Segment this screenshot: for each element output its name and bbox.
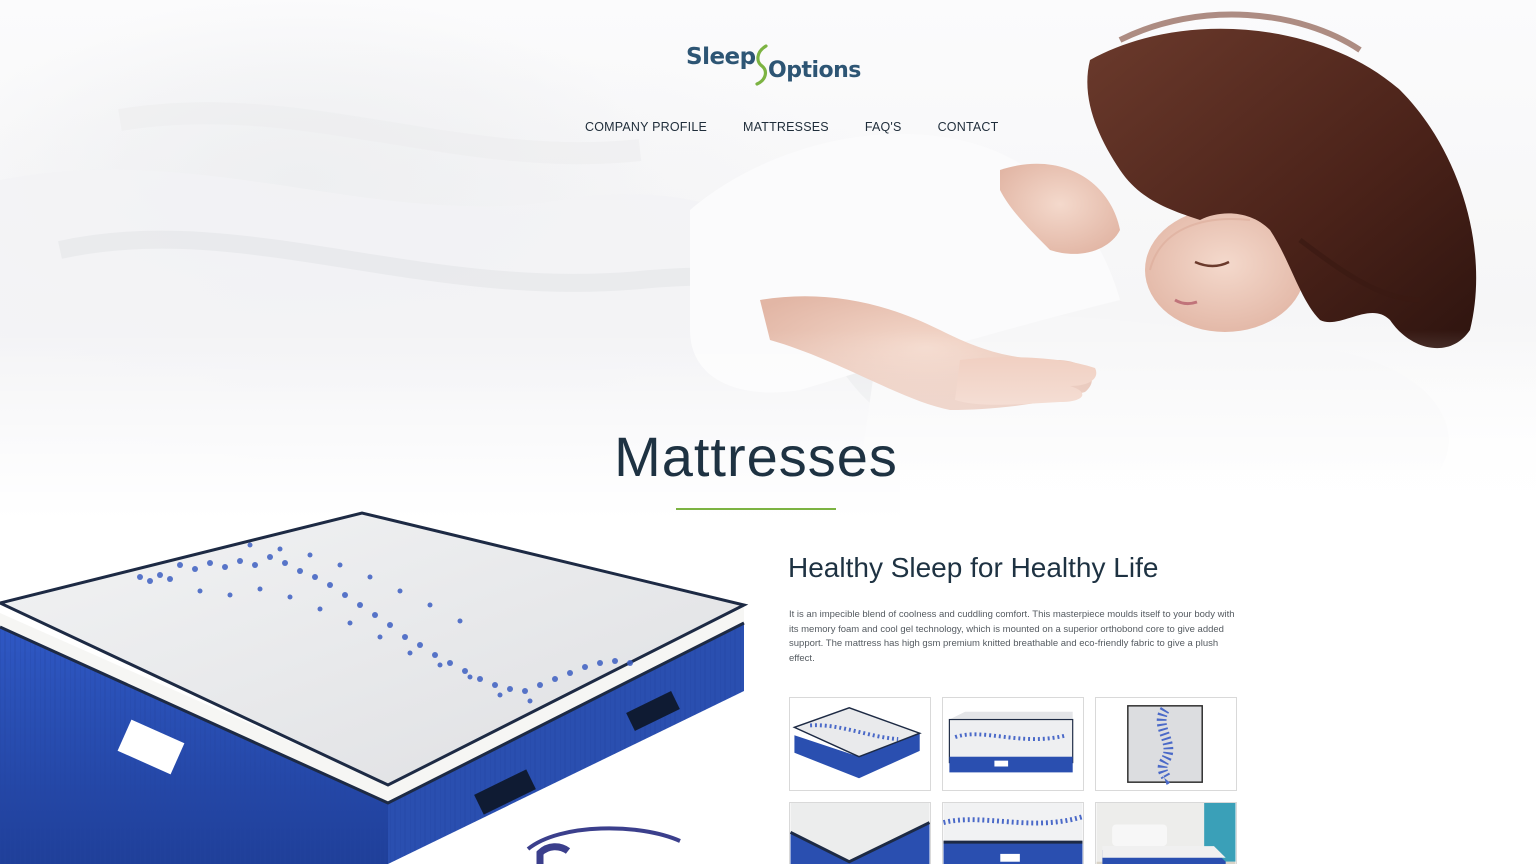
nav-contact[interactable]: CONTACT [938, 120, 999, 134]
thumbnail-edge-closeup[interactable] [942, 802, 1084, 864]
nav-faqs[interactable]: FAQ'S [865, 120, 902, 134]
thumbnail-corner-closeup[interactable] [789, 802, 931, 864]
nav-mattresses[interactable]: MATTRESSES [743, 120, 829, 134]
product-heading: Healthy Sleep for Healthy Life [788, 552, 1159, 583]
nav-company-profile[interactable]: COMPANY PROFILE [585, 120, 707, 134]
thumbnail-top-view[interactable] [1095, 697, 1237, 791]
logo-sleep-text: Sleep [686, 44, 756, 70]
logo-options-text: Options [768, 58, 861, 83]
mattress-product-image [0, 511, 749, 864]
thumbnail-side-view[interactable] [942, 697, 1084, 791]
thumbnail-in-bedroom[interactable] [1095, 802, 1237, 864]
thumbnail-angle-view[interactable] [789, 697, 931, 791]
product-description: It is an impecible blend of coolness and… [789, 609, 1235, 664]
main-nav: COMPANY PROFILE MATTRESSES FAQ'S CONTACT [585, 120, 998, 134]
page-title: Mattresses [614, 425, 898, 488]
product-gallery [789, 697, 1237, 864]
hero-banner: Sleep Options COMPANY PROFILE MATTRESSES… [0, 0, 1536, 520]
site-logo[interactable]: Sleep Options [686, 40, 861, 90]
